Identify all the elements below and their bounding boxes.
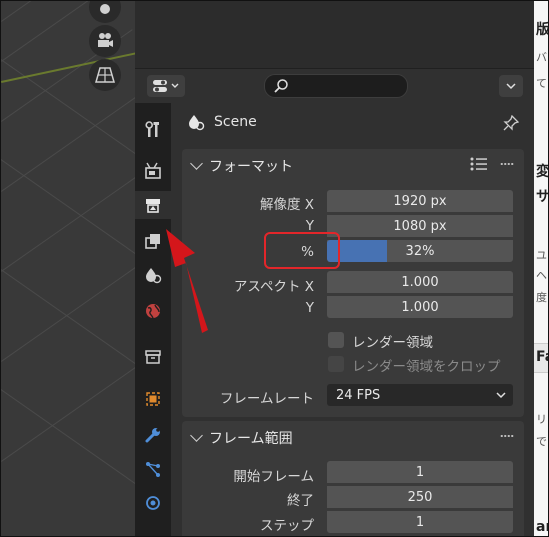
- frame-step-field[interactable]: 1: [327, 511, 513, 533]
- drag-grip-icon[interactable]: [500, 162, 514, 166]
- doc-fragment: 版: [536, 22, 549, 38]
- presets-icon[interactable]: [470, 157, 488, 171]
- wrench-icon: [145, 428, 160, 443]
- frame-range-panel-header[interactable]: フレーム範囲: [182, 421, 524, 451]
- render-region-label: レンダー領域: [352, 335, 433, 351]
- framerate-select[interactable]: 24 FPS: [327, 384, 513, 406]
- slider-value: 32%: [405, 243, 435, 259]
- hand-tool-button[interactable]: [89, 1, 121, 23]
- view-layer-icon: [145, 234, 160, 249]
- chevron-down-icon: [190, 429, 203, 442]
- chevron-down-icon: [496, 392, 506, 399]
- background-document: 版 バッ て 変 サ ユ ヘス 度 Fa リ で ar(: [534, 1, 549, 536]
- tab-particles[interactable]: [137, 455, 169, 483]
- search-icon: [274, 79, 288, 93]
- panel-title: フレーム範囲: [209, 431, 293, 447]
- doc-fragment: 変: [536, 164, 549, 180]
- object-icon: [146, 392, 160, 406]
- crop-region-checkbox[interactable]: [328, 356, 344, 372]
- aspect-y-field[interactable]: 1.000: [327, 296, 513, 318]
- resolution-y-field[interactable]: 1080 px: [327, 215, 513, 237]
- doc-fragment: ヘス: [536, 269, 548, 282]
- tool-icon: [145, 121, 159, 137]
- crop-region-label: レンダー領域をクロップ: [352, 359, 501, 375]
- upper-editor-area: [135, 1, 535, 69]
- tab-world[interactable]: [137, 297, 169, 325]
- format-panel: フォーマット 解像度 X 1920 px Y 1080 px % 32% アスペ…: [182, 149, 524, 417]
- world-icon: [146, 304, 160, 319]
- aspect-y-label: Y: [305, 300, 314, 316]
- chevron-down-icon: [190, 157, 203, 170]
- camera-view-button[interactable]: [89, 25, 121, 57]
- highlight-box: [264, 232, 340, 269]
- editor-type-button[interactable]: [147, 75, 185, 97]
- app-window: Scene フォーマット 解像度 X 1920 px Y 1080 px % 3…: [0, 0, 549, 537]
- frame-end-label: 終了: [287, 493, 314, 509]
- frame-step-label: ステップ: [260, 518, 314, 534]
- search-input[interactable]: [264, 74, 408, 98]
- context-breadcrumb: Scene: [171, 103, 535, 141]
- tab-tool[interactable]: [137, 115, 169, 143]
- properties-header: [135, 69, 535, 103]
- tab-object[interactable]: [137, 385, 169, 413]
- framerate-label: フレームレート: [219, 391, 314, 407]
- aspect-x-label: アスペクト X: [233, 279, 314, 295]
- frame-end-field[interactable]: 250: [327, 486, 513, 508]
- framerate-value: 24 FPS: [336, 387, 381, 403]
- properties-editor-icon: [153, 80, 179, 92]
- chevron-down-icon: [506, 83, 516, 90]
- frame-range-panel: フレーム範囲 開始フレーム 1 終了 250 ステップ 1: [182, 421, 524, 536]
- tab-output[interactable]: [135, 191, 171, 219]
- doc-fragment: ユ: [536, 249, 547, 262]
- 3d-viewport[interactable]: [1, 1, 135, 536]
- particles-icon: [146, 462, 160, 477]
- options-dropdown-button[interactable]: [499, 75, 523, 97]
- perspective-toggle-button[interactable]: [89, 59, 121, 91]
- resolution-x-label: 解像度 X: [259, 197, 314, 213]
- frame-start-field[interactable]: 1: [327, 461, 513, 483]
- pin-icon[interactable]: [503, 115, 519, 131]
- doc-fragment: リ: [536, 413, 547, 426]
- panel-title: フォーマット: [209, 159, 293, 175]
- scene-icon: [189, 115, 205, 131]
- aspect-x-field[interactable]: 1.000: [327, 271, 513, 293]
- tab-modifiers[interactable]: [137, 421, 169, 449]
- collection-icon: [145, 350, 161, 364]
- frame-start-label: 開始フレーム: [233, 469, 314, 485]
- camera-icon: [98, 33, 113, 47]
- doc-fragment: ar(: [536, 519, 548, 535]
- scene-icon: [146, 268, 162, 284]
- output-icon: [146, 199, 160, 213]
- doc-fragment: 度: [536, 291, 547, 304]
- tab-render[interactable]: [137, 157, 169, 185]
- drag-grip-icon[interactable]: [500, 434, 514, 438]
- hand-icon: [100, 4, 110, 14]
- tab-collection[interactable]: [137, 343, 169, 371]
- format-panel-header[interactable]: フォーマット: [182, 149, 524, 179]
- context-name: Scene: [214, 114, 257, 130]
- render-icon: [145, 162, 161, 179]
- doc-fragment: Fa: [536, 349, 548, 365]
- tab-view-layer[interactable]: [137, 227, 169, 255]
- tab-scene[interactable]: [137, 261, 169, 289]
- properties-tabs: [135, 103, 171, 536]
- physics-icon: [146, 496, 160, 510]
- render-region-checkbox[interactable]: [328, 332, 344, 348]
- doc-fragment: サ: [536, 189, 549, 205]
- tab-physics[interactable]: [137, 489, 169, 517]
- resolution-percent-slider[interactable]: 32%: [327, 240, 513, 262]
- grid-icon: [95, 67, 115, 83]
- doc-fragment: バッ: [536, 51, 548, 64]
- resolution-x-field[interactable]: 1920 px: [327, 190, 513, 212]
- doc-fragment: で: [536, 435, 547, 448]
- properties-content: Scene フォーマット 解像度 X 1920 px Y 1080 px % 3…: [171, 103, 535, 536]
- doc-fragment: て: [536, 77, 547, 90]
